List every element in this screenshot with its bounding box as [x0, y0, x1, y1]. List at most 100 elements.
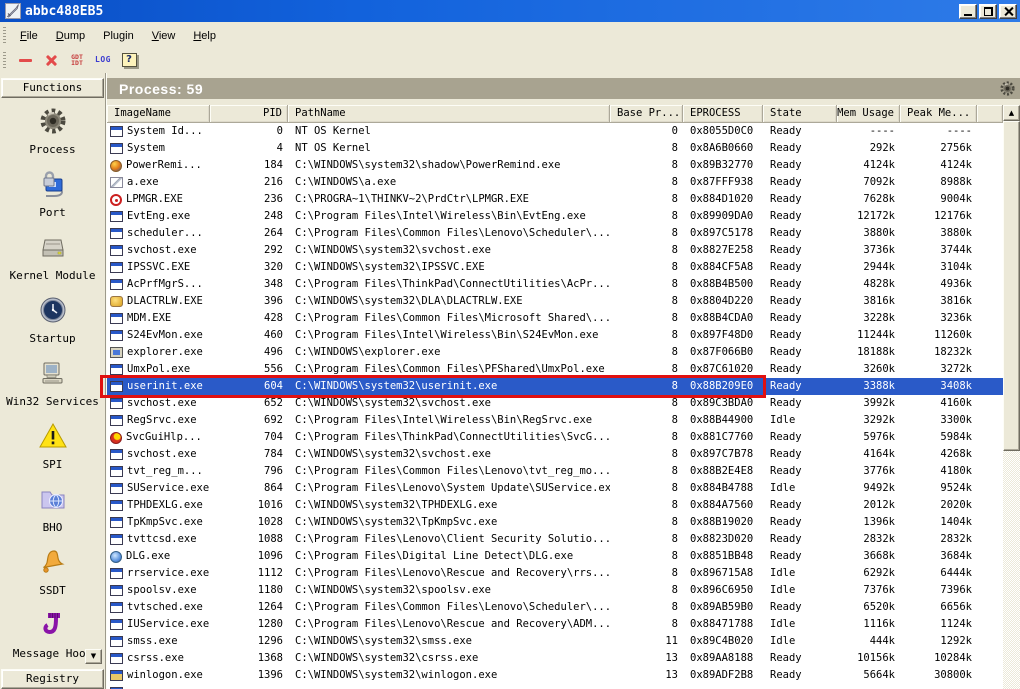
table-rows: System Id...0NT OS Kernel00x8055D0C0Read…: [107, 123, 1003, 689]
column-header-pid[interactable]: PID: [210, 105, 288, 123]
process-row[interactable]: System Id...0NT OS Kernel00x8055D0C0Read…: [107, 123, 1003, 140]
x-icon: [45, 54, 58, 67]
column-header-imagename[interactable]: ImageName: [107, 105, 210, 123]
delete-tool-button[interactable]: [39, 49, 63, 71]
process-row[interactable]: PowerRemi...184C:\WINDOWS\system32\shado…: [107, 157, 1003, 174]
cell-mem: 3776k: [837, 463, 900, 480]
process-row[interactable]: TpKmpSvc.exe1028C:\WINDOWS\system32\TpKm…: [107, 514, 1003, 531]
functions-group-button[interactable]: Functions: [1, 78, 104, 98]
cell-pid: 1368: [210, 650, 288, 667]
menubar-gripper[interactable]: [3, 27, 6, 43]
process-row[interactable]: smss.exe1296C:\WINDOWS\system32\smss.exe…: [107, 633, 1003, 650]
cell-pid: 320: [210, 259, 288, 276]
cell-base: 8: [610, 616, 683, 633]
cell-filler: [977, 599, 1003, 616]
column-header-pathname[interactable]: PathName: [288, 105, 610, 123]
help-button[interactable]: ?: [117, 49, 141, 71]
process-row[interactable]: tvtsched.exe1264C:\Program Files\Common …: [107, 599, 1003, 616]
imagename-text: smss.exe: [127, 633, 178, 650]
cell-path: C:\WINDOWS\system32\TPHDEXLG.exe: [288, 497, 610, 514]
sidebar-item-spi[interactable]: SPI: [0, 417, 105, 480]
title-bar[interactable]: abbc488EB5: [0, 0, 1020, 22]
menu-view[interactable]: View: [143, 27, 185, 45]
process-row[interactable]: scheduler...264C:\Program Files\Common F…: [107, 225, 1003, 242]
scrollbar-thumb[interactable]: [1003, 121, 1020, 451]
sidebar-item-process[interactable]: Process: [0, 102, 105, 165]
process-row[interactable]: LPMGR.EXE236C:\PROGRA~1\THINKV~2\PrdCtr\…: [107, 191, 1003, 208]
cell-path: C:\Program Files\Digital Line Detect\DLG…: [288, 548, 610, 565]
sidebar-item-kernel-module[interactable]: Kernel Module: [0, 228, 105, 291]
column-header-base-pr-[interactable]: Base Pr...: [610, 105, 683, 123]
cell-peak: 4180k: [900, 463, 977, 480]
cell-path: C:\WINDOWS\system32\svchost.exe: [288, 446, 610, 463]
sidebar-item-win32-services[interactable]: Win32 Services: [0, 354, 105, 417]
process-row-selected[interactable]: userinit.exe604C:\WINDOWS\system32\useri…: [107, 378, 1003, 395]
process-row[interactable]: SUService.exe864C:\Program Files\Lenovo\…: [107, 480, 1003, 497]
process-row[interactable]: svchost.exe292C:\WINDOWS\system32\svchos…: [107, 242, 1003, 259]
sidebar-scroll-down-button[interactable]: ▼: [85, 649, 102, 664]
menu-file[interactable]: File: [11, 27, 47, 45]
cell-mem: 12172k: [837, 208, 900, 225]
process-row[interactable]: csrss.exe1368C:\WINDOWS\system32\csrss.e…: [107, 650, 1003, 667]
cell-eprocess: 0x89AB59B0: [683, 599, 763, 616]
process-row[interactable]: spoolsv.exe1180C:\WINDOWS\system32\spool…: [107, 582, 1003, 599]
process-row[interactable]: svchost.exe784C:\WINDOWS\system32\svchos…: [107, 446, 1003, 463]
scroll-up-button[interactable]: ▲: [1003, 105, 1020, 121]
cell-eprocess: 0x881C7760: [683, 429, 763, 446]
restore-button[interactable]: [979, 4, 997, 19]
sidebar-item-ssdt[interactable]: SSDT: [0, 543, 105, 606]
gdt-idt-button[interactable]: GDTIDT: [65, 49, 89, 71]
process-row[interactable]: S24EvMon.exe460C:\Program Files\Intel\Wi…: [107, 327, 1003, 344]
process-row[interactable]: winlogon.exe1396C:\WINDOWS\system32\winl…: [107, 667, 1003, 684]
process-row[interactable]: AcPrfMgrS...348C:\Program Files\ThinkPad…: [107, 276, 1003, 293]
process-row[interactable]: RegSrvc.exe692C:\Program Files\Intel\Wir…: [107, 412, 1003, 429]
process-row[interactable]: IPSSVC.EXE320C:\WINDOWS\system32\IPSSVC.…: [107, 259, 1003, 276]
toolbar-gripper[interactable]: [3, 52, 6, 68]
process-row[interactable]: rrservice.exe1112C:\Program Files\Lenovo…: [107, 565, 1003, 582]
sidebar-item-bho[interactable]: BHO: [0, 480, 105, 543]
close-button[interactable]: [999, 4, 1017, 19]
process-row[interactable]: explorer.exe496C:\WINDOWS\explorer.exe80…: [107, 344, 1003, 361]
process-row[interactable]: SvcGuiHlp...704C:\Program Files\ThinkPad…: [107, 429, 1003, 446]
cell-pid: 556: [210, 361, 288, 378]
menu-plugin[interactable]: Plugin: [94, 27, 143, 45]
process-row[interactable]: EvtEng.exe248C:\Program Files\Intel\Wire…: [107, 208, 1003, 225]
minimize-button[interactable]: [959, 4, 977, 19]
sidebar-item-label: SPI: [43, 458, 63, 471]
minus-tool-button[interactable]: [13, 49, 37, 71]
process-row[interactable]: svchost.exe652C:\WINDOWS\system32\svchos…: [107, 395, 1003, 412]
process-row[interactable]: a.exe216C:\WINDOWS\a.exe80x87FFF938Ready…: [107, 174, 1003, 191]
cell-imagename: System Id...: [107, 123, 210, 140]
process-row[interactable]: System4NT OS Kernel80x8A6B0660Ready292k2…: [107, 140, 1003, 157]
imagename-text: tvt_reg_m...: [127, 463, 203, 480]
bell-icon: [38, 547, 68, 582]
process-row[interactable]: [107, 684, 1003, 689]
vertical-scrollbar[interactable]: ▲: [1003, 105, 1020, 689]
cell-peak: 12176k: [900, 208, 977, 225]
column-header-peak-me-[interactable]: Peak Me...: [900, 105, 977, 123]
process-row[interactable]: TPHDEXLG.exe1016C:\WINDOWS\system32\TPHD…: [107, 497, 1003, 514]
column-header-eprocess[interactable]: EPROCESS: [683, 105, 763, 123]
cell-base: 8: [610, 208, 683, 225]
sidebar-item-port[interactable]: Port: [0, 165, 105, 228]
cell-filler: [977, 650, 1003, 667]
process-row[interactable]: DLG.exe1096C:\Program Files\Digital Line…: [107, 548, 1003, 565]
menu-dump[interactable]: Dump: [47, 27, 94, 45]
log-button[interactable]: LOG: [91, 49, 115, 71]
process-row[interactable]: tvttcsd.exe1088C:\Program Files\Lenovo\C…: [107, 531, 1003, 548]
process-row[interactable]: UmxPol.exe556C:\Program Files\Common Fil…: [107, 361, 1003, 378]
cell-base: 8: [610, 531, 683, 548]
column-header-state[interactable]: State: [763, 105, 837, 123]
cell-state: Idle: [763, 616, 837, 633]
registry-group-button[interactable]: Registry: [1, 669, 104, 689]
menu-help[interactable]: Help: [184, 27, 225, 45]
cell-mem: 1396k: [837, 514, 900, 531]
process-row[interactable]: IUService.exe1280C:\Program Files\Lenovo…: [107, 616, 1003, 633]
column-header-mem-usage[interactable]: Mem Usage: [837, 105, 900, 123]
sidebar-item-startup[interactable]: Startup: [0, 291, 105, 354]
column-header-filler[interactable]: [977, 105, 1003, 123]
process-row[interactable]: DLACTRLW.EXE396C:\WINDOWS\system32\DLA\D…: [107, 293, 1003, 310]
process-row[interactable]: MDM.EXE428C:\Program Files\Common Files\…: [107, 310, 1003, 327]
mini-gear-icon: [999, 80, 1016, 97]
process-row[interactable]: tvt_reg_m...796C:\Program Files\Common F…: [107, 463, 1003, 480]
